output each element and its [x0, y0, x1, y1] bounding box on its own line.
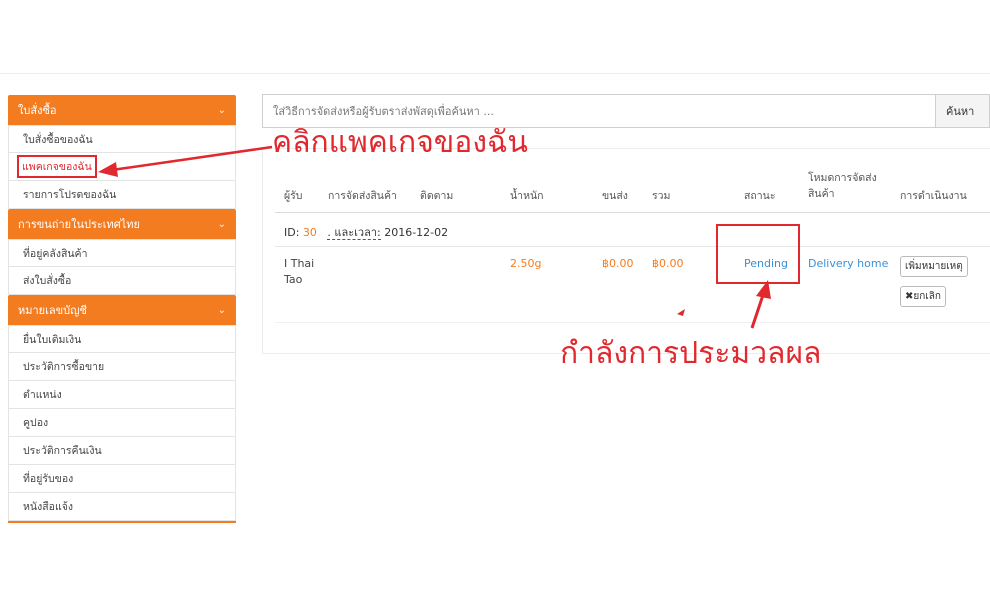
annotation-arrows — [98, 145, 771, 329]
arrow-to-status — [750, 291, 766, 329]
stray-mark-icon — [677, 309, 685, 316]
arrowhead-status-icon — [756, 280, 771, 299]
arrow-to-packages — [111, 145, 273, 172]
arrowhead-packages-icon — [98, 162, 118, 177]
